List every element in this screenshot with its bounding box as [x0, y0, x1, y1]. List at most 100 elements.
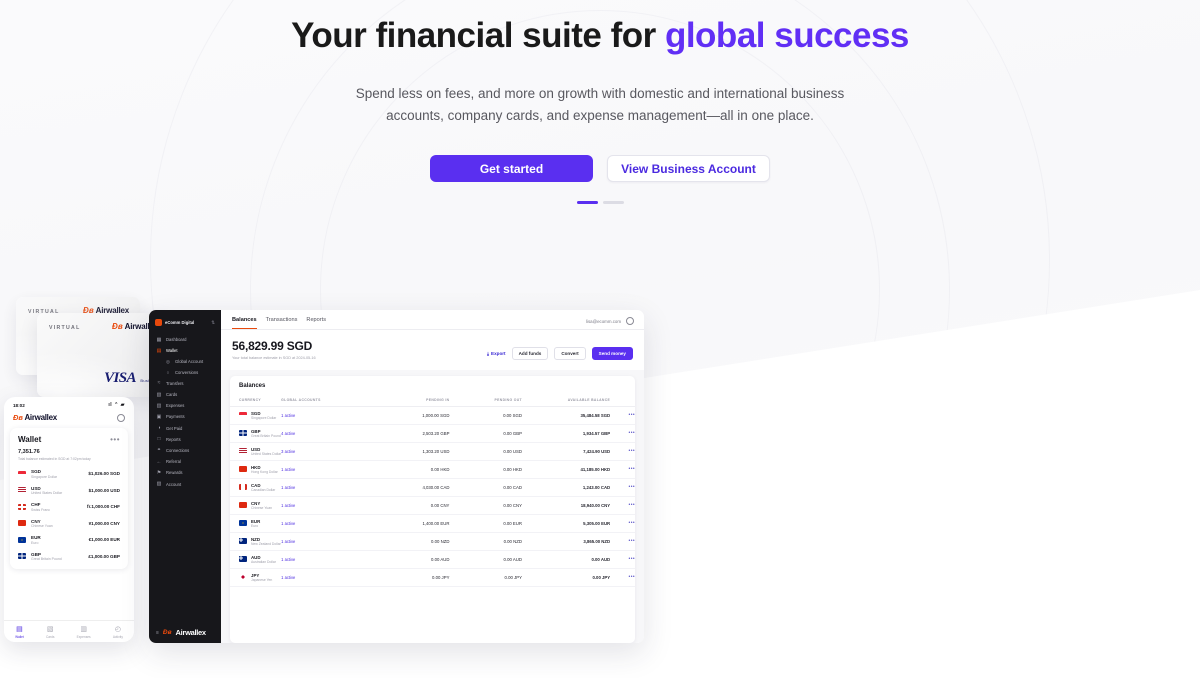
sidebar-item-wallet[interactable]: ▤ Wallet — [149, 345, 221, 356]
currency-name: Euro — [251, 524, 259, 529]
row-menu-cell: ••• — [610, 532, 635, 551]
flag-icon-nz — [239, 538, 247, 545]
currency-amount: ¥1,000.00 CNY — [88, 520, 120, 526]
row-menu-icon[interactable]: ••• — [629, 556, 635, 562]
org-switcher[interactable]: eComm Digital ⇅ — [149, 317, 221, 334]
table-row[interactable]: USD United States Dollar 3 active 1,303.20 … — [230, 442, 635, 461]
global-accounts-link[interactable]: 3 active — [281, 449, 295, 454]
table-row[interactable]: NZD New Zealand Dollar 1 active 0.00 NZD 0.0… — [230, 532, 635, 551]
sidebar-item-referral[interactable]: ← Referral — [149, 456, 221, 467]
sidebar-item-conversions[interactable]: ○ Conversions — [149, 368, 221, 378]
wallet-currency-row[interactable]: USD United States Dollar $1,000.00 USD — [18, 482, 120, 499]
currency-cell: HKD Hong Kong Dollar — [230, 460, 282, 479]
currency-code: JPY — [251, 572, 260, 578]
profile-avatar-icon[interactable] — [117, 413, 125, 422]
sidebar-item-reports[interactable]: □ Reports — [149, 434, 221, 445]
row-menu-icon[interactable]: ••• — [629, 538, 635, 544]
global-accounts-link[interactable]: 1 active — [281, 413, 295, 418]
global-accounts-link[interactable]: 1 active — [281, 485, 295, 490]
sidebar-item-payments[interactable]: ▣ Payments — [149, 411, 221, 422]
wallet-currency-row[interactable]: SGD Singapore Dollar $1,026.00 SGD — [18, 466, 120, 483]
flag-icon-ch — [18, 503, 26, 510]
global-accounts-link[interactable]: 1 active — [281, 539, 295, 544]
currency-cell: SGD Singapore Dollar — [230, 406, 282, 425]
row-menu-icon[interactable]: ••• — [629, 448, 635, 454]
row-menu-icon[interactable]: ••• — [629, 502, 635, 508]
action-label: Convert — [561, 351, 579, 356]
send-money-button[interactable]: Send money — [591, 347, 633, 360]
wallet-currency-row[interactable]: CHF Swiss Franc fr.1,000.00 CHF — [18, 499, 120, 516]
headline-lead: Your financial suite for — [291, 16, 665, 55]
sidebar-item-connections[interactable]: ⚭ Connections — [149, 445, 221, 456]
sidebar-item-account[interactable]: ▨ Account — [149, 478, 221, 489]
total-balance-amount: 56,829.99 SGD — [232, 339, 313, 353]
currency-amount: $1,026.00 SGD — [88, 471, 120, 477]
sidebar-item-rewards[interactable]: ⚑ Rewards — [149, 467, 221, 478]
phone-nav-wallet[interactable]: ▤ Wallet — [15, 626, 24, 639]
pending-in-cell: 1,400.00 EUR — [365, 514, 450, 533]
product-screenshot-group: VIRTUAL Đв Airwallex VIRTUAL Đв Airwalle… — [0, 283, 1200, 653]
table-row[interactable]: EUR Euro 1 active 1,400.00 EUR 0.00 EUR 5,305… — [230, 514, 635, 533]
carousel-dot-2[interactable] — [602, 201, 624, 204]
table-row[interactable]: SGD Singapore Dollar 1 active 1,000.00 SGD 0… — [230, 406, 635, 425]
global-accounts-link[interactable]: 1 active — [281, 467, 295, 472]
carousel-dot-1[interactable] — [576, 201, 598, 204]
table-row[interactable]: GBP Great Britain Pound 4 active 2,503.20 G… — [230, 424, 635, 443]
wallet-currency-row[interactable]: CNY Chinese Yuan ¥1,000.00 CNY — [18, 515, 120, 532]
view-business-account-button[interactable]: View Business Account — [607, 155, 770, 182]
wallet-currency-row[interactable]: GBP Great Britain Pound £1,000.00 GBP — [18, 548, 120, 565]
export-button[interactable]: ⤓ Export — [487, 351, 506, 356]
row-menu-icon[interactable]: ••• — [629, 412, 635, 418]
collapse-icon[interactable]: ≡ — [156, 630, 159, 636]
sidebar-item-get-paid[interactable]: ◑ Get Paid — [149, 423, 221, 434]
sidebar-item-dashboard[interactable]: ▦ Dashboard — [149, 334, 221, 345]
page-title: Your financial suite for global success — [280, 12, 920, 60]
convert-button[interactable]: Convert — [554, 347, 586, 360]
flag-icon-us — [239, 448, 247, 455]
phone-nav-expenses[interactable]: ▥ Expenses — [77, 626, 91, 639]
profile-avatar-icon[interactable] — [626, 317, 634, 325]
table-row[interactable]: AUD Australian Dollar 1 active 0.00 AUD 0.00… — [230, 550, 635, 569]
row-menu-icon[interactable]: ••• — [629, 466, 635, 472]
phone-status-bar: 18:02 ‎ ıl ⌃ ▰ — [4, 397, 134, 410]
table-row[interactable]: HKD Hong Kong Dollar 1 active 0.00 HKD 0.00 … — [230, 460, 635, 479]
global-accounts-link[interactable]: 1 active — [281, 503, 295, 508]
table-row[interactable]: CAD Canadian Dollar 1 active 4,030.00 CAD 0.… — [230, 478, 635, 497]
wallet-currency-row[interactable]: EUR Euro €1,000.00 EUR — [18, 532, 120, 549]
tab-reports[interactable]: Reports — [306, 317, 326, 329]
global-accounts-link[interactable]: 1 active — [281, 557, 295, 562]
table-row[interactable]: CNY Chinese Yuan 1 active 0.00 CNY 0.00 CNY 1… — [230, 496, 635, 515]
row-menu-icon[interactable]: ••• — [629, 484, 635, 490]
sidebar-item-transfers[interactable]: ≈ Transfers — [149, 378, 221, 389]
tab-transactions[interactable]: Transactions — [266, 317, 298, 329]
phone-nav-cards[interactable]: ▧ Cards — [46, 626, 55, 639]
get-started-button[interactable]: Get started — [430, 155, 593, 182]
sidebar-item-expenses[interactable]: ▥ Expenses — [149, 400, 221, 411]
row-menu-icon[interactable]: ••• — [629, 574, 635, 580]
add-funds-button[interactable]: Add funds — [511, 347, 549, 360]
sidebar-item-cards[interactable]: ▧ Cards — [149, 389, 221, 400]
global-accounts-link[interactable]: 1 active — [281, 521, 295, 526]
row-menu-cell: ••• — [610, 460, 635, 479]
wallet-menu-icon[interactable]: ••• — [110, 435, 120, 443]
global-accounts-link[interactable]: 4 active — [281, 431, 295, 436]
row-menu-icon[interactable]: ••• — [629, 520, 635, 526]
row-menu-icon[interactable]: ••• — [629, 430, 635, 436]
available-balance-cell: 3,865.00 NZD — [521, 532, 611, 551]
status-time: 18:02 — [13, 402, 25, 408]
phone-nav-label: Expenses — [76, 635, 91, 639]
currency-name: Swiss Franc — [31, 507, 51, 512]
sidebar-item-label: Referral — [166, 459, 181, 465]
phone-nav-label: Cards — [45, 635, 55, 639]
card-icon: ▧ — [46, 626, 54, 633]
global-accounts-link[interactable]: 1 active — [281, 575, 295, 580]
download-icon: ⤓ — [487, 351, 490, 356]
row-menu-cell: ••• — [610, 406, 635, 425]
phone-nav-activity[interactable]: ◴ Activity — [113, 626, 123, 639]
flag-icon-gb — [239, 430, 247, 437]
tab-balances[interactable]: Balances — [232, 317, 257, 329]
sidebar-item-global-account[interactable]: ◎ Global Account — [149, 356, 221, 367]
currency-amount: €1,000.00 EUR — [88, 537, 120, 543]
table-row[interactable]: JPY Japanese Yen 1 active 0.00 JPY 0.00 JPY 0… — [230, 568, 635, 587]
balance-actions: ⤓ Export Add funds Convert Send money — [487, 347, 633, 360]
